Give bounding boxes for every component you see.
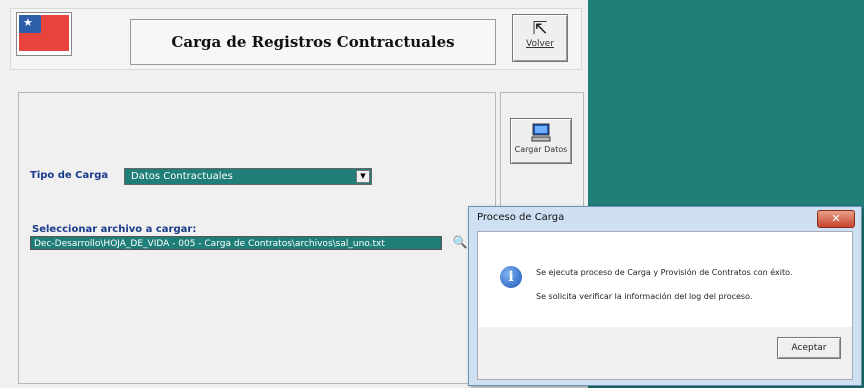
tipo-carga-label: Tipo de Carga: [30, 170, 109, 181]
message-line-2: Se solicita verificar la información del…: [536, 292, 753, 301]
message-line-1: Se ejecuta proceso de Carga y Provisión …: [536, 268, 793, 277]
exit-icon: ⇱: [532, 18, 548, 39]
dialog-title: Proceso de Carga: [477, 212, 565, 223]
archivo-path-input[interactable]: Dec-Desarrollo\HOJA_DE_VIDA - 005 - Carg…: [30, 236, 442, 250]
close-button[interactable]: ✕: [817, 210, 855, 228]
volver-button[interactable]: ⇱ Volver: [512, 14, 568, 62]
dialog-body: i Se ejecuta proceso de Carga y Provisió…: [477, 231, 853, 329]
cargar-datos-label: Cargar Datos: [514, 145, 568, 154]
tipo-carga-select[interactable]: Datos Contractuales ▼: [124, 168, 372, 185]
logo: ★: [16, 12, 72, 56]
page-title: Carga de Registros Contractuales: [130, 19, 496, 65]
info-icon: i: [500, 266, 522, 288]
computer-icon: [531, 123, 551, 142]
aceptar-button[interactable]: Aceptar: [777, 337, 841, 359]
message-dialog: Proceso de Carga ✕ i Se ejecuta proceso …: [468, 206, 862, 386]
tipo-carga-value: Datos Contractuales: [131, 171, 233, 182]
archivo-label: Seleccionar archivo a cargar:: [32, 224, 197, 235]
chevron-down-icon[interactable]: ▼: [356, 170, 370, 183]
browse-icon[interactable]: 🔍: [452, 234, 468, 250]
volver-label: Volver: [525, 39, 555, 49]
cargar-datos-button[interactable]: Cargar Datos: [510, 118, 572, 164]
